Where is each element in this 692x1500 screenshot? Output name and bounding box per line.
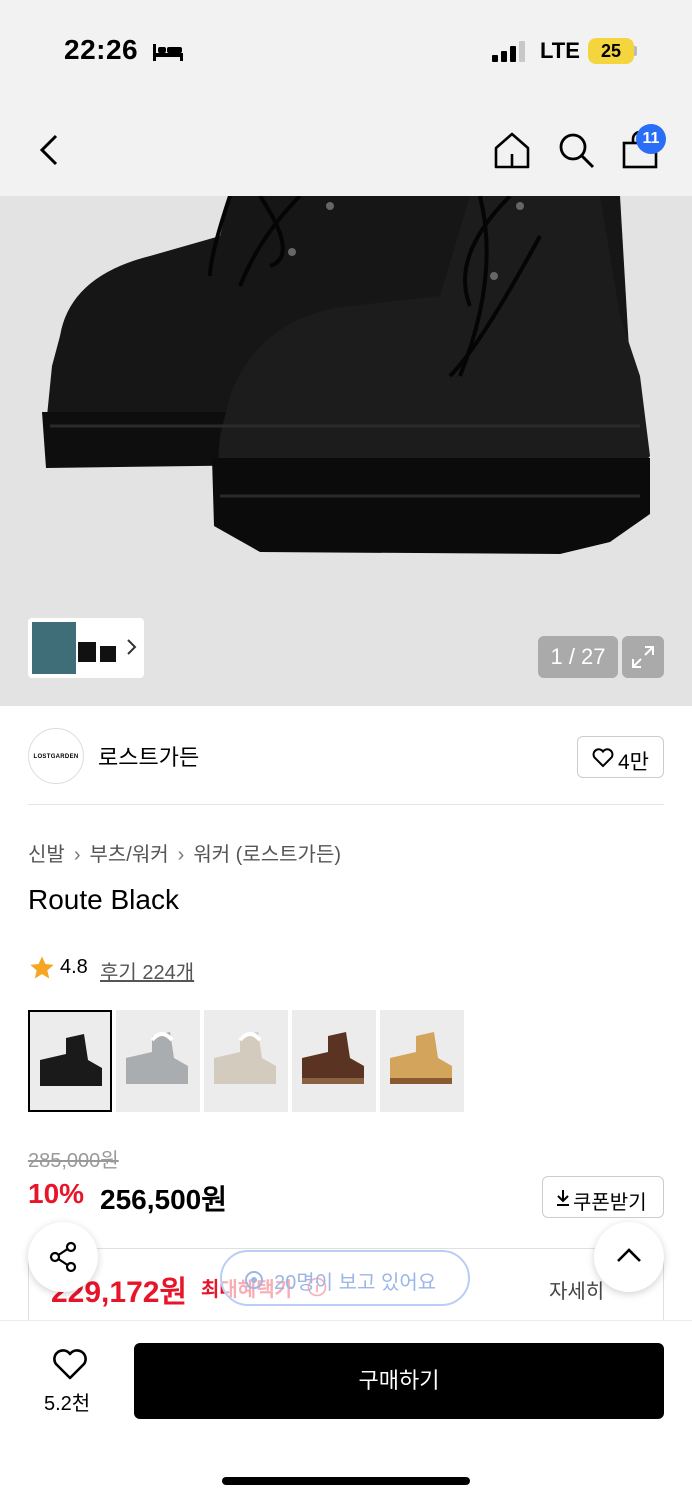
coupon-label: 쿠폰받기 (573, 1192, 647, 1214)
coupon-button[interactable]: 쿠폰받기 (542, 1176, 664, 1218)
breadcrumb-item-shoes[interactable]: 신발 (28, 838, 65, 867)
discount-rate: 10% (28, 1178, 85, 1209)
brand-like-button[interactable]: 4만 (577, 736, 664, 778)
original-price: 285,000원 (28, 1150, 119, 1172)
thumbnail-boots (78, 642, 116, 662)
sale-price: 256,500원 (100, 1184, 227, 1215)
chevron-right-icon: › (177, 844, 185, 866)
cart-badge: 11 (636, 124, 666, 154)
swatch-grey[interactable] (116, 1010, 200, 1112)
thumbnail-image[interactable] (32, 622, 76, 674)
swatch-beige[interactable] (204, 1010, 288, 1112)
product-title: Route Black (28, 884, 179, 915)
thumbnail-strip[interactable] (28, 618, 144, 678)
benefit-detail-link[interactable]: 자세히 (549, 1275, 604, 1304)
divider (28, 804, 664, 805)
status-bar: 22:26 LTE 25 (0, 0, 692, 98)
bottom-bar: 5.2천 구매하기 (0, 1320, 692, 1500)
viewers-text: 20명이 보고 있어요 (274, 1272, 437, 1294)
swatch-wheat[interactable] (380, 1010, 464, 1112)
buy-button[interactable]: 구매하기 (134, 1343, 664, 1419)
share-button[interactable] (28, 1222, 98, 1292)
breadcrumb-item-boots[interactable]: 부츠/워커 (89, 838, 168, 867)
chevron-up-icon (617, 1248, 641, 1262)
expand-icon (632, 646, 654, 668)
brand-name[interactable]: 로스트가든 (98, 740, 199, 772)
star-icon (30, 956, 54, 979)
wish-count: 5.2천 (44, 1393, 91, 1415)
brand-logo[interactable]: LOSTGARDEN (28, 728, 84, 784)
boot-thumbnail (214, 1032, 276, 1084)
image-page-counter: 1 / 27 (538, 636, 618, 678)
share-icon (49, 1241, 77, 1273)
top-nav (0, 98, 692, 196)
breadcrumb: 신발 › 부츠/워커 › 워커 (로스트가든) (28, 838, 341, 867)
network-label: LTE (540, 38, 580, 63)
breadcrumb-item-walker[interactable]: 워커 (로스트가든) (193, 838, 341, 867)
brand-like-count: 4만 (618, 751, 649, 774)
download-icon (557, 1190, 569, 1206)
signal-icon (492, 41, 525, 62)
eye-icon (245, 1271, 263, 1289)
heart-icon[interactable] (52, 1349, 88, 1381)
search-icon[interactable] (556, 130, 596, 170)
scroll-top-button[interactable] (594, 1222, 664, 1292)
review-count-link[interactable]: 후기 224개 (100, 956, 194, 985)
home-icon[interactable] (492, 130, 532, 170)
bed-icon (153, 44, 183, 61)
heart-icon (592, 748, 614, 768)
boot-thumbnail (302, 1032, 364, 1084)
swatch-brown[interactable] (292, 1010, 376, 1112)
boot-thumbnail (390, 1032, 452, 1084)
swatch-black[interactable] (28, 1010, 112, 1112)
battery-nub (634, 46, 637, 56)
boot-thumbnail (126, 1032, 188, 1084)
rating-value: 4.8 (60, 956, 88, 978)
viewers-pill: 20명이 보고 있어요 (220, 1250, 470, 1306)
brand-row: LOSTGARDEN 로스트가든 4만 (0, 706, 692, 806)
expand-button[interactable] (622, 636, 664, 678)
status-time: 22:26 (64, 34, 139, 65)
chevron-right-icon: › (73, 844, 81, 866)
product-image[interactable]: 1 / 27 (0, 196, 692, 706)
battery-icon: 25 (588, 38, 634, 64)
home-indicator (222, 1477, 470, 1485)
back-icon[interactable] (30, 128, 70, 172)
boot-thumbnail (40, 1034, 102, 1086)
chevron-right-icon[interactable] (124, 636, 138, 658)
